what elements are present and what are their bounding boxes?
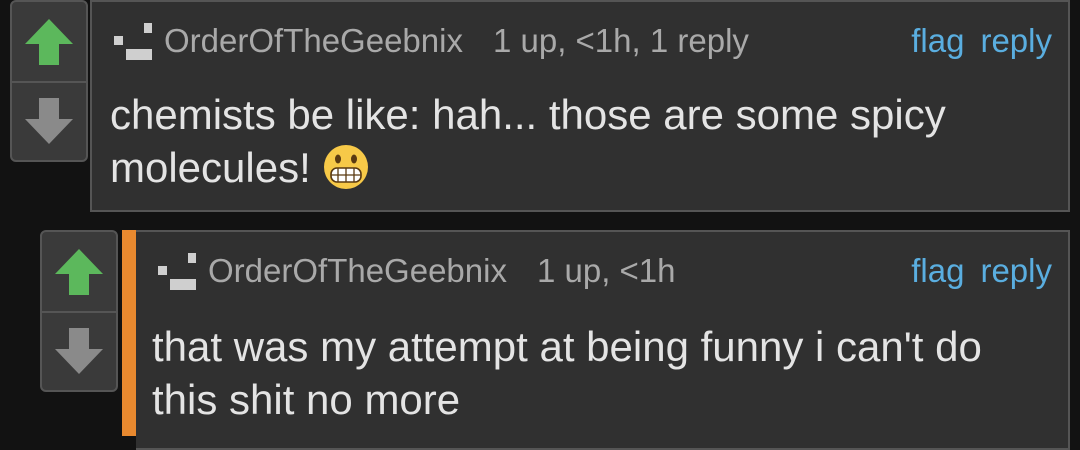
comment-text: that was my attempt at being funny i can… [152, 320, 1052, 426]
reply-link[interactable]: reply [980, 22, 1052, 60]
comment-text: chemists be like: hah... those are some … [110, 88, 1050, 194]
comment-text-content: chemists be like: hah... those are some … [110, 91, 946, 191]
comment-meta: OrderOfTheGeebnix 1 up, <1h [158, 250, 676, 292]
arrow-down-icon [25, 98, 73, 144]
arrow-down-icon [55, 328, 103, 374]
username[interactable]: OrderOfTheGeebnix [208, 252, 507, 290]
upvote-button[interactable] [12, 6, 86, 78]
vote-box [40, 230, 118, 392]
reply-link[interactable]: reply [980, 252, 1052, 290]
arrow-up-icon [55, 249, 103, 295]
comment-stats: 1 up, <1h [536, 252, 676, 289]
comment-actions: flag reply [911, 252, 1052, 290]
arrow-up-icon [25, 19, 73, 65]
comment-body: OrderOfTheGeebnix 1 up, <1h flag reply t… [136, 230, 1070, 450]
downvote-button[interactable] [42, 315, 116, 387]
comment-meta: OrderOfTheGeebnix 1 up, <1h, 1 reply [114, 20, 749, 62]
avatar[interactable] [158, 251, 198, 291]
flag-link[interactable]: flag [911, 22, 964, 60]
upvote-button[interactable] [42, 236, 116, 308]
comment-stats: 1 up, <1h, 1 reply [492, 22, 749, 59]
username[interactable]: OrderOfTheGeebnix [164, 22, 463, 60]
comment-text-content: that was my attempt at being funny i can… [152, 323, 982, 423]
grimacing-face-icon [323, 144, 368, 189]
downvote-button[interactable] [12, 85, 86, 157]
comment-actions: flag reply [911, 22, 1052, 60]
comment-body: OrderOfTheGeebnix 1 up, <1h, 1 reply fla… [90, 0, 1070, 212]
avatar[interactable] [114, 21, 154, 61]
flag-link[interactable]: flag [911, 252, 964, 290]
vote-box [10, 0, 88, 162]
